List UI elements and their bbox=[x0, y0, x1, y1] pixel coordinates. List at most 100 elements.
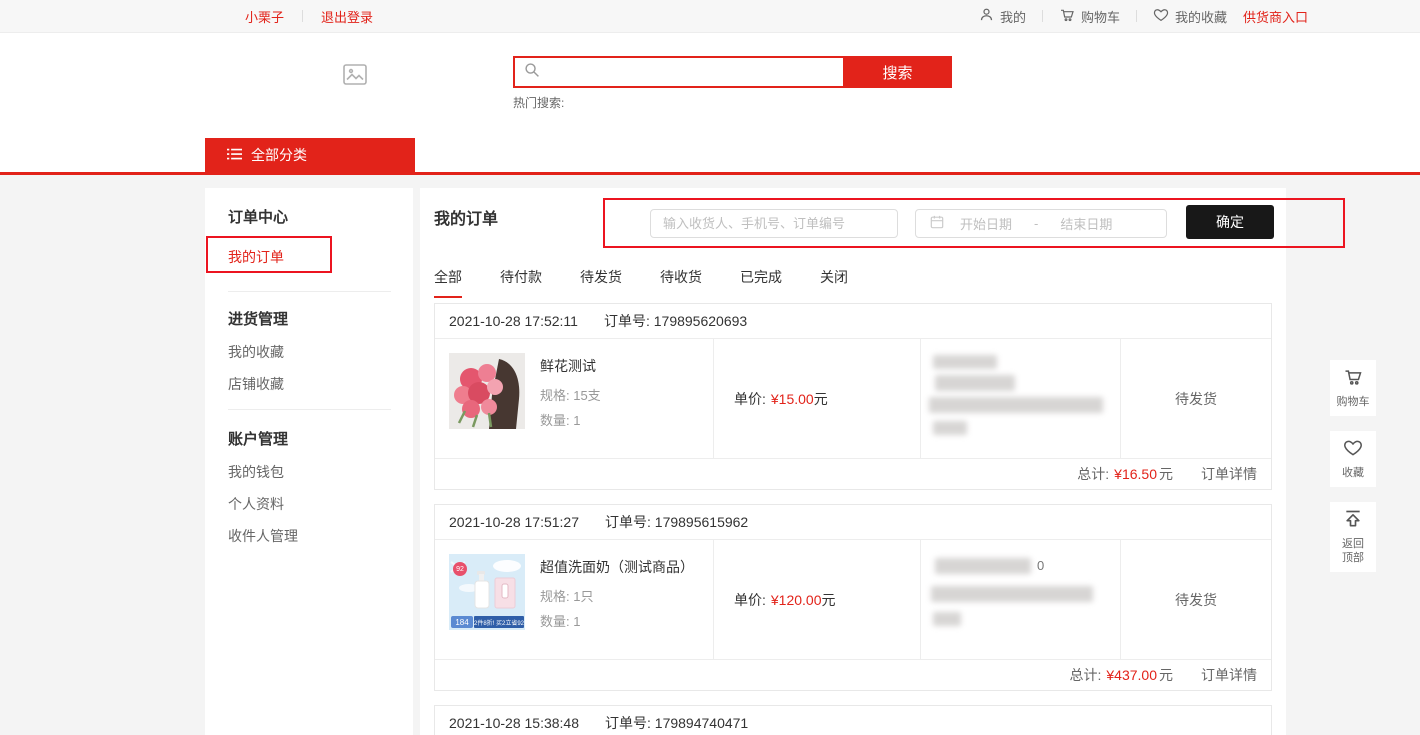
tab-all[interactable]: 全部 bbox=[434, 267, 462, 298]
status-cell: 待发货 bbox=[1120, 339, 1271, 458]
all-categories-button[interactable]: 全部分类 bbox=[205, 138, 415, 172]
unit-price-unit: 元 bbox=[814, 389, 828, 409]
order-status: 待发货 bbox=[1175, 389, 1217, 409]
sidebar-item-my-wallet[interactable]: 我的钱包 bbox=[228, 462, 284, 482]
tab-pending-receipt[interactable]: 待收货 bbox=[660, 267, 702, 298]
sidebar-item-my-favorites[interactable]: 我的收藏 bbox=[228, 342, 284, 362]
hot-search-label: 热门搜索: bbox=[513, 94, 564, 111]
product-info: 鲜花测试 规格: 15支 数量: 1 bbox=[540, 353, 601, 444]
blurred-address-line bbox=[933, 612, 961, 626]
my-account-link[interactable]: 我的 bbox=[979, 7, 1026, 26]
price-cell: 单价: ¥120.00 元 bbox=[713, 540, 920, 659]
supplier-entry-link[interactable]: 供货商入口 bbox=[1243, 7, 1308, 26]
sidebar-section-purchase: 进货管理 bbox=[228, 308, 288, 329]
date-end-placeholder: 结束日期 bbox=[1060, 214, 1112, 233]
logout-link[interactable]: 退出登录 bbox=[321, 7, 373, 26]
back-to-top-label-2: 顶部 bbox=[1342, 551, 1364, 565]
search-button[interactable]: 搜索 bbox=[843, 56, 952, 88]
blurred-address-line bbox=[933, 421, 967, 435]
topbar: 小栗子 退出登录 我的 购物车 我 bbox=[0, 0, 1420, 33]
image-badge: 92 bbox=[453, 562, 467, 576]
address-cell bbox=[920, 339, 1120, 458]
list-icon bbox=[227, 147, 242, 163]
total-value: ¥437.00 bbox=[1106, 667, 1157, 683]
product-cell: 92 184 2件8折! 买2立省92 超值洗面奶（测试商品） 规格: 1只 数… bbox=[435, 540, 713, 659]
sidebar-divider bbox=[228, 291, 391, 292]
product-spec: 规格: 1只 bbox=[540, 586, 694, 605]
date-range-input[interactable]: 开始日期 - 结束日期 bbox=[915, 209, 1167, 238]
calendar-icon bbox=[930, 215, 944, 232]
order-number: 订单号: 179895615962 bbox=[605, 512, 748, 532]
product-qty: 数量: 1 bbox=[540, 410, 601, 429]
product-cell: 鲜花测试 规格: 15支 数量: 1 bbox=[435, 339, 713, 458]
cart-icon bbox=[1343, 367, 1363, 392]
order-status-tabs: 全部 待付款 待发货 待收货 已完成 关闭 bbox=[434, 267, 848, 298]
image-price-tag: 184 bbox=[451, 616, 473, 628]
topbar-left: 小栗子 退出登录 bbox=[245, 7, 373, 26]
order-datetime: 2021-10-28 15:38:48 bbox=[449, 715, 579, 731]
tab-completed[interactable]: 已完成 bbox=[740, 267, 782, 298]
date-separator: - bbox=[1034, 216, 1038, 231]
address-cell: 0 bbox=[920, 540, 1120, 659]
order-card: 2021-10-28 15:38:48 订单号: 179894740471 bbox=[434, 705, 1272, 735]
total-label: 总计: bbox=[1077, 464, 1109, 484]
total-unit: 元 bbox=[1159, 464, 1173, 484]
sidebar-section-account: 账户管理 bbox=[228, 428, 288, 449]
sidebar-section-order-center: 订单中心 bbox=[228, 206, 288, 227]
tab-closed[interactable]: 关闭 bbox=[820, 267, 848, 298]
product-name[interactable]: 超值洗面奶（测试商品） bbox=[540, 557, 694, 577]
total-value: ¥16.50 bbox=[1114, 466, 1157, 482]
blurred-address-line bbox=[935, 558, 1031, 574]
floating-favorites-button[interactable]: 收藏 bbox=[1330, 431, 1376, 487]
confirm-button[interactable]: 确定 bbox=[1186, 205, 1274, 239]
order-number: 订单号: 179895620693 bbox=[604, 311, 747, 331]
back-to-top-icon bbox=[1343, 509, 1363, 534]
sidebar-item-shop-favorites[interactable]: 店铺收藏 bbox=[228, 374, 284, 394]
tab-pending-payment[interactable]: 待付款 bbox=[500, 267, 542, 298]
price-cell: 单价: ¥15.00 元 bbox=[713, 339, 920, 458]
sidebar-item-recipient-mgmt[interactable]: 收件人管理 bbox=[228, 526, 298, 546]
product-name[interactable]: 鲜花测试 bbox=[540, 356, 601, 376]
username-link[interactable]: 小栗子 bbox=[245, 7, 284, 26]
order-header: 2021-10-28 15:38:48 订单号: 179894740471 bbox=[435, 706, 1271, 735]
product-info: 超值洗面奶（测试商品） 规格: 1只 数量: 1 bbox=[540, 554, 694, 645]
order-body: 92 184 2件8折! 买2立省92 超值洗面奶（测试商品） 规格: 1只 数… bbox=[435, 540, 1271, 660]
divider bbox=[302, 10, 303, 22]
tab-pending-shipment[interactable]: 待发货 bbox=[580, 267, 622, 298]
product-image-flowers[interactable] bbox=[449, 353, 525, 429]
date-start-placeholder: 开始日期 bbox=[960, 214, 1012, 233]
back-to-top-button[interactable]: 返回 顶部 bbox=[1330, 502, 1376, 572]
search-input[interactable] bbox=[546, 58, 843, 86]
total-unit: 元 bbox=[1159, 665, 1173, 685]
sidebar-item-my-orders[interactable]: 我的订单 bbox=[228, 247, 284, 267]
order-card: 2021-10-28 17:51:27 订单号: 179895615962 92… bbox=[434, 504, 1272, 691]
cart-link[interactable]: 购物车 bbox=[1059, 7, 1120, 26]
floating-toolbar: 购物车 收藏 返回 顶部 bbox=[1330, 360, 1376, 572]
floating-cart-button[interactable]: 购物车 bbox=[1330, 360, 1376, 416]
blurred-address-line bbox=[933, 355, 997, 369]
heart-icon bbox=[1343, 438, 1363, 463]
order-detail-link[interactable]: 订单详情 bbox=[1201, 665, 1257, 685]
product-spec: 规格: 15支 bbox=[540, 385, 601, 404]
broken-image-icon bbox=[343, 64, 367, 90]
my-account-label: 我的 bbox=[1000, 7, 1026, 26]
person-icon bbox=[979, 7, 994, 25]
address-fragment: 0 bbox=[1037, 558, 1044, 573]
order-header: 2021-10-28 17:52:11 订单号: 179895620693 bbox=[435, 304, 1271, 339]
heart-icon bbox=[1153, 7, 1169, 26]
order-search-input[interactable] bbox=[650, 209, 898, 238]
product-image-cleanser[interactable]: 92 184 2件8折! 买2立省92 bbox=[449, 554, 525, 630]
page-title: 我的订单 bbox=[434, 205, 498, 229]
sidebar-item-profile[interactable]: 个人资料 bbox=[228, 494, 284, 514]
divider bbox=[1042, 10, 1043, 22]
product-qty: 数量: 1 bbox=[540, 611, 694, 630]
order-detail-link[interactable]: 订单详情 bbox=[1201, 464, 1257, 484]
cart-label: 购物车 bbox=[1081, 7, 1120, 26]
blurred-address-line bbox=[935, 375, 1015, 391]
total-label: 总计: bbox=[1070, 665, 1102, 685]
unit-price-unit: 元 bbox=[822, 590, 836, 610]
search-icon bbox=[524, 62, 540, 83]
back-to-top-label-1: 返回 bbox=[1342, 537, 1364, 551]
divider bbox=[1136, 10, 1137, 22]
favorites-link[interactable]: 我的收藏 bbox=[1153, 7, 1227, 26]
